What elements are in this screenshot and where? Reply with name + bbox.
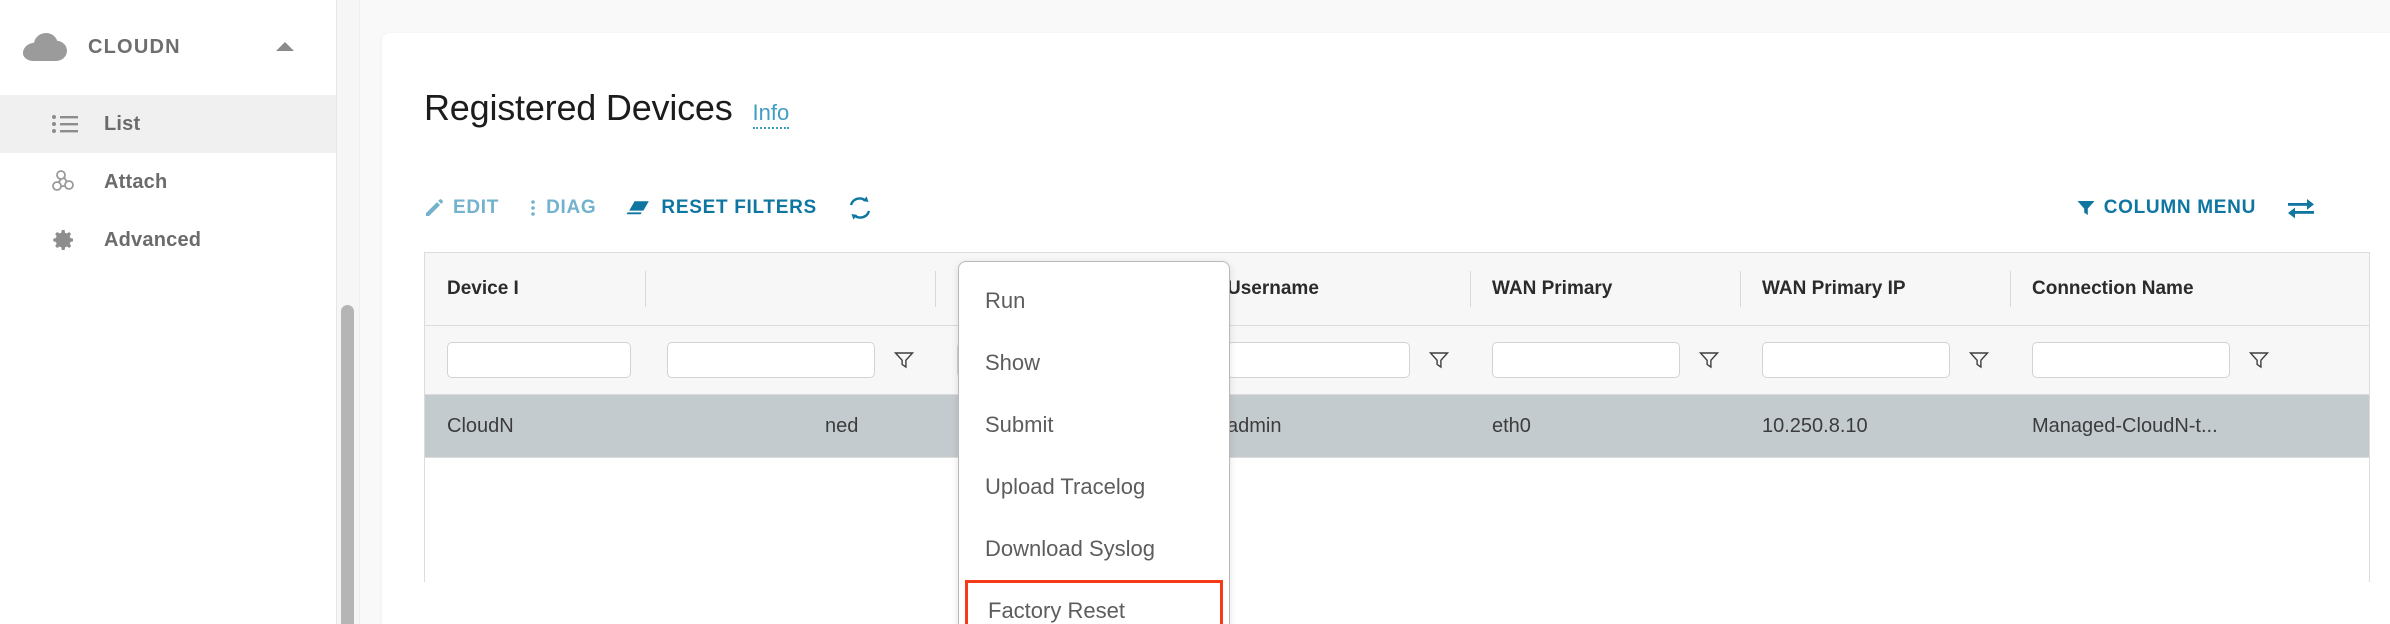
filter-cell-device-id (425, 326, 645, 394)
column-menu-button[interactable]: COLUMN MENU (2077, 197, 2256, 219)
filter-input-device-id[interactable] (447, 342, 631, 378)
eraser-icon (626, 198, 652, 218)
column-header-device-id[interactable]: Device I (425, 253, 645, 325)
pencil-icon (424, 198, 444, 218)
cell-wan-primary-ip: 10.250.8.10 (1740, 395, 2010, 457)
sidebar-item-advanced[interactable]: Advanced (0, 211, 336, 269)
diag-button[interactable]: DIAG (529, 197, 596, 219)
edit-button-label: EDIT (453, 197, 499, 219)
reset-filters-button[interactable]: RESET FILTERS (626, 197, 816, 219)
sidebar-item-label: List (104, 113, 140, 136)
column-header-connection-name[interactable]: Connection Name (2010, 253, 2290, 325)
refresh-icon[interactable] (847, 195, 873, 221)
filter-cell-wan-primary (1470, 326, 1740, 394)
dropdown-item-submit[interactable]: Submit (959, 394, 1229, 456)
cell-device-id: CloudN (425, 395, 645, 457)
funnel-icon[interactable] (1422, 350, 1456, 370)
devices-grid: Device I Management IP A... Username WAN… (424, 252, 2370, 582)
sidebar-item-attach[interactable]: Attach (0, 153, 336, 211)
sidebar-item-list[interactable]: List (0, 95, 336, 153)
sidebar-brand-label: CLOUDN (88, 36, 181, 59)
column-header-wan-primary[interactable]: WAN Primary (1470, 253, 1740, 325)
column-header-status[interactable] (645, 253, 935, 325)
sidebar-item-label: Attach (104, 171, 167, 194)
app-root: CLOUDN List At (0, 0, 2390, 624)
table-row[interactable]: CloudN ned 10.152.0.56 admin eth0 10.250… (425, 395, 2369, 458)
page-scrollbar[interactable] (337, 0, 360, 624)
sidebar-brand[interactable]: CLOUDN (0, 0, 336, 95)
grid-empty-area (425, 458, 2369, 582)
diag-button-label: DIAG (546, 197, 596, 219)
page-header: Registered Devices Info (382, 33, 2390, 153)
dropdown-item-factory-reset[interactable]: Factory Reset (965, 580, 1223, 624)
dropdown-item-download-syslog[interactable]: Download Syslog (959, 518, 1229, 580)
cell-wan-primary: eth0 (1470, 395, 1740, 457)
dropdown-item-show[interactable]: Show (959, 332, 1229, 394)
grid-toolbar: EDIT DIAG (382, 186, 2390, 230)
cloud-icon (22, 25, 68, 71)
filter-input-connection-name[interactable] (2032, 342, 2230, 378)
funnel-icon[interactable] (2242, 350, 2276, 370)
filter-input-username[interactable] (1227, 342, 1410, 378)
funnel-icon[interactable] (887, 350, 921, 370)
filter-cell-username (1205, 326, 1470, 394)
filter-cell-connection-name (2010, 326, 2290, 394)
filter-cell-wan-primary-ip (1740, 326, 2010, 394)
column-header-wan-primary-ip[interactable]: WAN Primary IP (1740, 253, 2010, 325)
funnel-icon (2077, 199, 2095, 217)
toolbar-right-group: COLUMN MENU (2077, 196, 2344, 220)
column-header-username[interactable]: Username (1205, 253, 1470, 325)
content-area: Registered Devices Info EDIT (337, 0, 2390, 624)
column-menu-label: COLUMN MENU (2104, 197, 2256, 219)
funnel-icon[interactable] (1962, 350, 1996, 370)
swap-arrows-icon[interactable] (2286, 196, 2316, 220)
filter-input-wan-primary-ip[interactable] (1762, 342, 1950, 378)
cell-username: admin (1205, 395, 1470, 457)
registered-devices-card: Registered Devices Info EDIT (382, 33, 2390, 624)
vertical-dots-icon (529, 198, 537, 218)
filter-input-status[interactable] (667, 342, 875, 378)
dropdown-item-upload-tracelog[interactable]: Upload Tracelog (959, 456, 1229, 518)
gear-icon (52, 225, 86, 255)
list-icon (52, 109, 86, 139)
page-scrollbar-thumb[interactable] (341, 305, 354, 624)
sidebar: CLOUDN List At (0, 0, 337, 624)
page-title: Registered Devices (424, 87, 733, 129)
sidebar-item-label: Advanced (104, 229, 201, 252)
dropdown-item-run[interactable]: Run (959, 270, 1229, 332)
filter-input-wan-primary[interactable] (1492, 342, 1680, 378)
funnel-icon[interactable] (1692, 350, 1726, 370)
reset-filters-label: RESET FILTERS (661, 197, 816, 219)
cell-status: ned (645, 395, 935, 457)
attach-nodes-icon (52, 167, 86, 197)
filter-cell-status (645, 326, 935, 394)
cell-connection-name: Managed-CloudN-t... (2010, 395, 2290, 457)
caret-up-icon[interactable] (276, 42, 294, 51)
device-actions-dropdown: Run Show Submit Upload Tracelog Download… (958, 261, 1230, 624)
info-link[interactable]: Info (753, 100, 790, 128)
grid-filter-row (425, 326, 2369, 395)
edit-button[interactable]: EDIT (424, 197, 499, 219)
grid-header-row: Device I Management IP A... Username WAN… (425, 253, 2369, 326)
